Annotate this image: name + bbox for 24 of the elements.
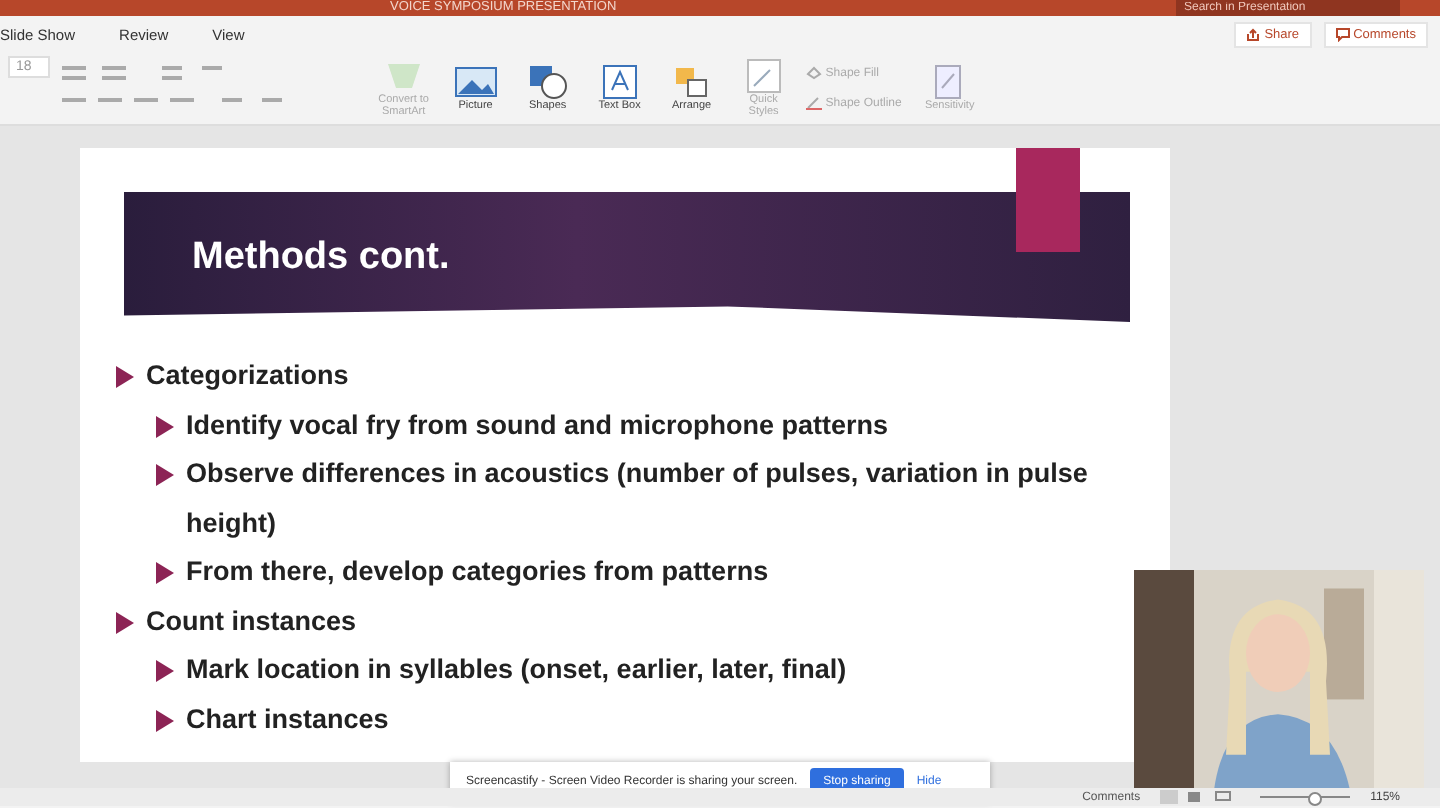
bullet-icon xyxy=(156,660,174,682)
bullet-text: From there, develop categories from patterns xyxy=(186,554,769,590)
style-swatch-icon xyxy=(741,57,786,93)
speech-bubble-icon xyxy=(1335,27,1350,41)
bullet-text: Count instances xyxy=(146,603,357,639)
slide-title: Methods cont. xyxy=(192,235,450,279)
accent-block xyxy=(1016,148,1080,252)
bullet-text: Chart instances xyxy=(186,701,389,737)
bullet-icon xyxy=(156,562,174,584)
shapes-icon xyxy=(525,63,570,100)
paint-bucket-icon xyxy=(805,66,822,80)
bullet-icon xyxy=(116,366,134,388)
bullet-icon xyxy=(156,415,174,437)
bullet-text: Categorizations xyxy=(146,358,349,394)
bullet-text: Identify vocal fry from sound and microphone patterns xyxy=(186,407,889,444)
pen-icon xyxy=(805,96,822,110)
share-icon xyxy=(1246,27,1261,41)
bullet-icon xyxy=(156,709,174,731)
bullet-icon xyxy=(116,611,134,633)
bullet-icon xyxy=(156,464,174,486)
bullet-text: Observe differences in acoustics (number of pulses, variation in pulse height) xyxy=(186,456,1090,542)
image-icon xyxy=(453,63,498,100)
text-box-icon xyxy=(597,63,642,100)
bullet-text: Mark location in syllables (onset, earlier, later, final) xyxy=(186,652,847,688)
